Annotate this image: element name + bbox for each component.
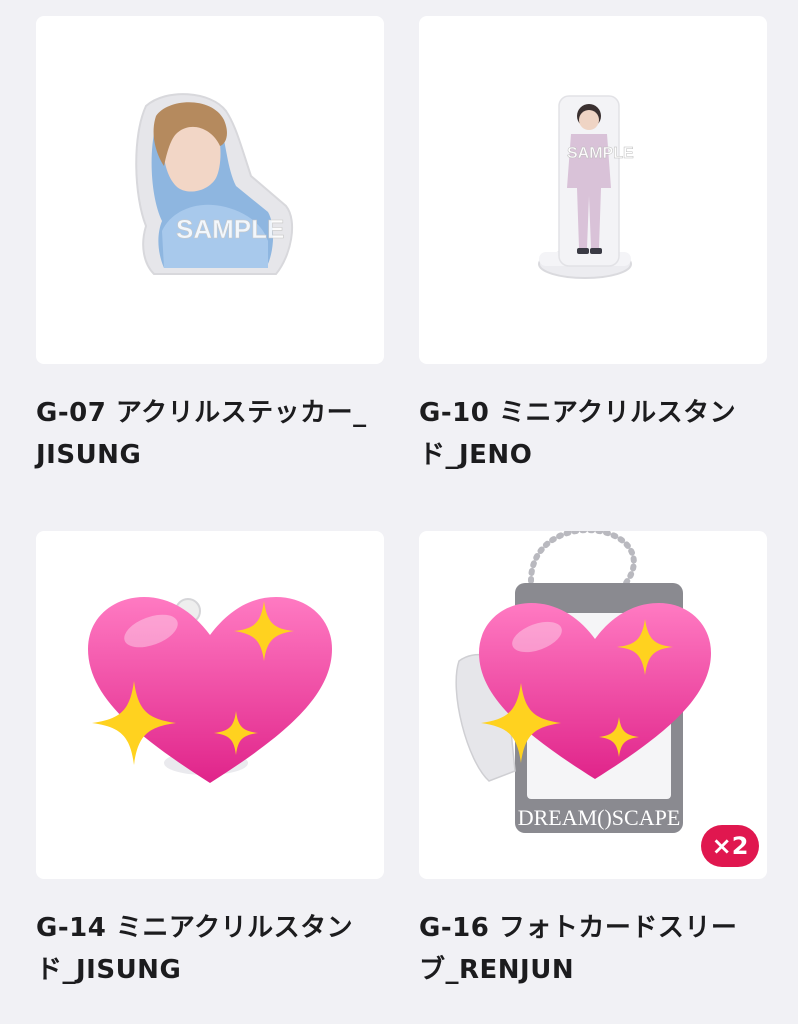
mini-acrylic-stand-illustration: SAMPLE xyxy=(538,95,634,279)
sample-watermark: SAMPLE xyxy=(176,214,284,244)
acrylic-sticker-illustration: SAMPLE xyxy=(135,93,294,275)
product-title[interactable]: G-07 アクリルステッカー_JISUNG xyxy=(36,392,376,476)
product-image[interactable]: SAMPLE xyxy=(419,16,767,364)
product-card-g10[interactable]: SAMPLE G-10 ミニアクリルスタンド_JENO xyxy=(419,16,767,476)
product-image[interactable] xyxy=(36,531,384,879)
product-card-g14[interactable]: G-14 ミニアクリルスタンド_JISUNG xyxy=(36,531,384,991)
product-card-g16[interactable]: DREAM()SCAPE ×2 G-16 フォトカードスリーブ_RENJUN xyxy=(419,531,767,991)
product-card-g07[interactable]: SAMPLE G-07 アクリルステッカー_JISUNG xyxy=(36,16,384,476)
quantity-badge: ×2 xyxy=(701,825,759,867)
sample-watermark: SAMPLE xyxy=(567,145,634,162)
sleeve-brand-text: DREAM()SCAPE xyxy=(518,805,681,830)
product-image[interactable]: DREAM()SCAPE ×2 xyxy=(419,531,767,879)
product-title[interactable]: G-10 ミニアクリルスタンド_JENO xyxy=(419,392,759,476)
product-title[interactable]: G-16 フォトカードスリーブ_RENJUN xyxy=(419,907,759,991)
sparkling-heart-emoji xyxy=(88,597,332,783)
product-image[interactable]: SAMPLE xyxy=(36,16,384,364)
product-title[interactable]: G-14 ミニアクリルスタンド_JISUNG xyxy=(36,907,376,991)
